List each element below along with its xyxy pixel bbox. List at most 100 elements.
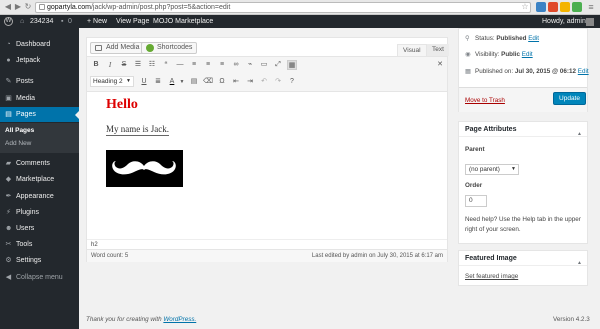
avatar[interactable] [586, 18, 594, 26]
align-center-icon[interactable]: ≡ [203, 60, 213, 70]
toolbar-toggle-icon[interactable]: ▦ [287, 60, 297, 70]
wordpress-link[interactable]: WordPress. [163, 316, 196, 323]
browser-menu-icon[interactable]: ≡ [587, 3, 595, 12]
horizontal-rule-icon[interactable]: — [175, 60, 185, 70]
sidebar-item-settings[interactable]: ⚙ Settings [0, 253, 79, 268]
content-heading[interactable]: Hello [106, 97, 138, 113]
pin-icon: ⚲ [465, 35, 470, 42]
shortcodes-button[interactable]: Shortcodes [141, 42, 198, 54]
sidebar-item-jetpack[interactable]: ● Jetpack [0, 53, 79, 68]
forward-icon[interactable]: ▶ [14, 3, 22, 11]
align-right-icon[interactable]: ≡ [217, 60, 227, 70]
format-select[interactable]: Heading 2 ▼ [90, 76, 134, 87]
justify-icon[interactable]: ≣ [153, 77, 163, 87]
howdy-user[interactable]: Howdy, admin [542, 15, 586, 28]
numbered-list-icon[interactable]: ☷ [147, 60, 157, 70]
bullet-list-icon[interactable]: ☰ [133, 60, 143, 70]
status-row: Status: Published Edit [475, 35, 539, 42]
extension-icon[interactable] [560, 2, 570, 12]
collapse-menu-button[interactable]: ◀ Collapse menu [0, 270, 79, 285]
plugins-icon: ⚡ [6, 209, 11, 216]
media-icon: ▣ [5, 95, 12, 102]
sidebar-item-comments[interactable]: ▰ Comments [0, 156, 79, 171]
move-to-trash-link[interactable]: Move to Trash [465, 97, 505, 104]
edit-visibility-link[interactable]: Edit [522, 51, 533, 58]
clear-formatting-icon[interactable]: ⌫ [203, 77, 213, 87]
comments-count[interactable]: 0 [68, 15, 72, 28]
redo-icon[interactable]: ↷ [273, 77, 283, 87]
sidebar-item-media[interactable]: ▣ Media [0, 91, 79, 106]
tools-icon: ✂ [5, 241, 12, 248]
sidebar-item-dashboard[interactable]: ◔ Dashboard [0, 37, 79, 52]
outdent-icon[interactable]: ⇤ [231, 77, 241, 87]
comment-icon: ▪ [61, 18, 64, 25]
jetpack-icon: ● [6, 57, 11, 64]
sidebar-item-marketplace[interactable]: ◆ Marketplace [0, 172, 79, 187]
text-color-icon[interactable]: A [167, 77, 177, 87]
underline-icon[interactable]: U [139, 77, 149, 87]
extension-icon[interactable] [572, 2, 582, 12]
strikethrough-icon[interactable]: S [119, 60, 129, 70]
update-button[interactable]: Update [553, 92, 586, 105]
editor-content[interactable]: Hello My name is Jack. [87, 93, 447, 239]
media-icon [95, 45, 102, 51]
collapse-arrow-icon[interactable]: ▲ [577, 256, 582, 271]
extension-icon[interactable] [548, 2, 558, 12]
dashboard-icon: ◔ [6, 41, 11, 48]
new-content-link[interactable]: + New [87, 15, 107, 28]
sidebar-item-label: Dashboard [16, 41, 51, 48]
mojo-marketplace-link[interactable]: MOJO Marketplace [153, 15, 213, 28]
sidebar-item-label: Tools [16, 241, 33, 248]
visibility-value: Public [501, 51, 521, 58]
submenu-add-new[interactable]: Add New [5, 140, 31, 147]
special-character-icon[interactable]: Ω [217, 77, 227, 87]
extension-icon[interactable] [536, 2, 546, 12]
sidebar-item-plugins[interactable]: ⚡ Plugins [0, 205, 79, 220]
help-icon[interactable]: ? [287, 77, 297, 87]
order-input[interactable]: 0 [465, 195, 487, 207]
site-name[interactable]: 234234 [30, 15, 53, 28]
sidebar-item-users[interactable]: ☻ Users [0, 221, 79, 236]
sidebar-item-pages[interactable]: ▤ Pages [0, 107, 79, 122]
settings-icon: ⚙ [5, 257, 12, 264]
sidebar-item-label: Comments [16, 160, 50, 167]
sidebar-item-label: Collapse menu [16, 274, 63, 281]
align-left-icon[interactable]: ≡ [189, 60, 199, 70]
chevron-down-icon[interactable]: ▼ [177, 77, 187, 87]
blockquote-icon[interactable]: “ [161, 60, 171, 70]
collapse-arrow-icon[interactable]: ▲ [577, 127, 582, 142]
parent-select[interactable]: (no parent) ▼ [465, 164, 519, 175]
set-featured-image-link[interactable]: Set featured image [465, 273, 518, 280]
indent-icon[interactable]: ⇥ [245, 77, 255, 87]
sidebar-item-label: Users [16, 225, 35, 232]
content-paragraph[interactable]: My name is Jack. [106, 124, 169, 136]
edit-date-link[interactable]: Edit [578, 68, 589, 75]
page-attributes-header[interactable]: Page Attributes ▲ [459, 122, 587, 137]
link-icon[interactable]: ∞ [231, 60, 241, 70]
sidebar-item-appearance[interactable]: ✒ Appearance [0, 189, 79, 204]
submenu-all-pages[interactable]: All Pages [5, 127, 34, 134]
address-bar[interactable]: gopartyla.com/jack/wp-admin/post.php?pos… [35, 2, 531, 13]
view-page-link[interactable]: View Page [116, 15, 149, 28]
tab-text[interactable]: Text [427, 44, 449, 56]
undo-icon[interactable]: ↶ [259, 77, 269, 87]
wordpress-logo-icon[interactable]: W [4, 17, 13, 26]
distraction-free-icon[interactable]: ✕ [435, 60, 445, 70]
add-media-button[interactable]: Add Media [90, 42, 145, 54]
reload-icon[interactable]: ↻ [24, 3, 32, 11]
tab-visual[interactable]: Visual [397, 44, 427, 56]
mustache-image[interactable] [106, 150, 183, 187]
fullscreen-icon[interactable]: ⤢ [273, 60, 283, 70]
paste-text-icon[interactable]: ▤ [189, 77, 199, 87]
back-icon[interactable]: ◀ [4, 3, 12, 11]
italic-icon[interactable]: I [105, 60, 115, 70]
sidebar-item-tools[interactable]: ✂ Tools [0, 237, 79, 252]
element-path: h2 [87, 239, 447, 249]
bookmark-star-icon[interactable]: ☆ [521, 3, 529, 11]
read-more-icon[interactable]: ▭ [259, 60, 269, 70]
sidebar-item-posts[interactable]: ✎ Posts [0, 74, 79, 89]
featured-image-header[interactable]: Featured Image ▲ [459, 251, 587, 266]
edit-status-link[interactable]: Edit [528, 35, 539, 42]
unlink-icon[interactable]: ⌁ [245, 60, 255, 70]
bold-icon[interactable]: B [91, 60, 101, 70]
